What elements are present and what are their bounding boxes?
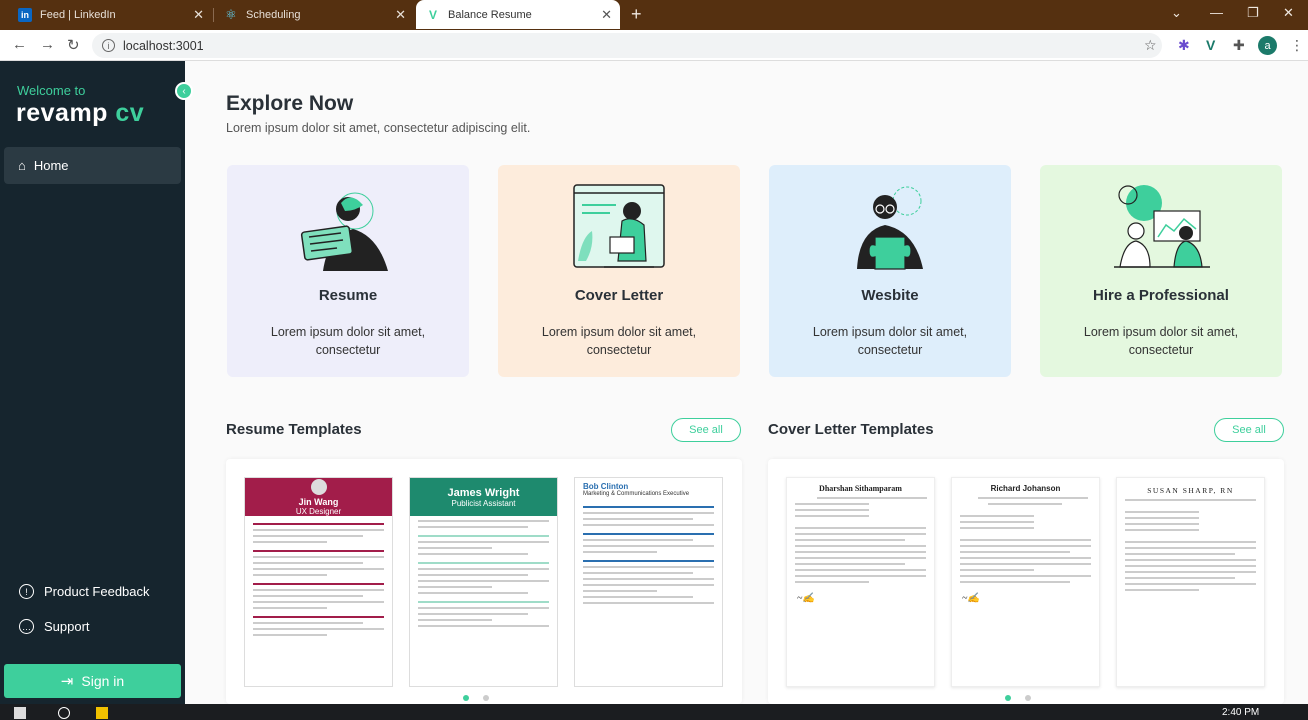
os-taskbar: 2:40 PM xyxy=(0,704,1308,720)
extension-icon[interactable]: ✱ xyxy=(1178,37,1190,54)
browser-tab-strip: in Feed | LinkedIn ✕ ⚛ Scheduling ✕ V Ba… xyxy=(0,0,1308,30)
signature: ~✍ xyxy=(797,593,815,604)
revamp-v-icon: V xyxy=(428,7,437,22)
card-title: Resume xyxy=(318,287,378,304)
menu-icon[interactable]: ⋮ xyxy=(1290,37,1304,54)
card-resume[interactable]: Resume Lorem ipsum dolor sit amet, conse… xyxy=(227,165,469,377)
tab-balance-resume[interactable]: V Balance Resume ✕ xyxy=(416,0,620,29)
tab-label: Balance Resume xyxy=(448,8,532,21)
resume-see-all-button[interactable]: See all xyxy=(671,418,741,442)
reload-icon[interactable]: ↻ xyxy=(67,36,80,54)
cover-letter-template-card[interactable]: SUSAN SHARP, RN xyxy=(1116,477,1265,687)
tab-scheduling[interactable]: ⚛ Scheduling ✕ xyxy=(214,0,414,29)
resume-template-card[interactable]: Jin Wang UX Designer xyxy=(244,477,393,687)
website-illustration-icon xyxy=(857,186,923,270)
card-description: Lorem ipsum dolor sit amet, consectetur xyxy=(1083,325,1239,357)
sidebar: Welcome to revamp cv ⌂ Home ! Product Fe… xyxy=(0,61,185,704)
card-description: Lorem ipsum dolor sit amet, consectetur xyxy=(270,325,426,357)
linkedin-icon: in xyxy=(18,7,32,22)
revamp-extension-icon[interactable]: V xyxy=(1206,37,1215,53)
site-info-icon[interactable]: i xyxy=(102,39,115,52)
sign-in-button[interactable]: ⇥ Sign in xyxy=(4,664,181,698)
cover-letter-see-all-button[interactable]: See all xyxy=(1214,418,1284,442)
windows-start-icon[interactable] xyxy=(14,707,26,719)
carousel-dot[interactable] xyxy=(483,695,489,701)
carousel-dot[interactable] xyxy=(1005,695,1011,701)
puzzle-icon[interactable]: ✚ xyxy=(1233,37,1245,54)
minimize-icon[interactable]: — xyxy=(1210,5,1223,20)
card-hire-professional[interactable]: Hire a Professional Lorem ipsum dolor si… xyxy=(1040,165,1282,377)
tab-search-icon[interactable]: ⌄ xyxy=(1171,5,1182,21)
hire-professional-illustration-icon xyxy=(1114,185,1210,268)
collapse-sidebar-button[interactable]: ‹ xyxy=(175,82,193,100)
carousel-dots xyxy=(998,695,1038,701)
cover-letter-illustration-icon xyxy=(573,184,665,268)
tab-label: Feed | LinkedIn xyxy=(40,8,116,21)
bookmark-star-icon[interactable]: ☆ xyxy=(1144,37,1157,54)
card-cover-letter[interactable]: Cover Letter Lorem ipsum dolor sit amet,… xyxy=(498,165,740,377)
cover-letter-templates-carousel: Dharshan Sithamparam ~✍ Richard Johanson… xyxy=(768,459,1284,704)
page-subtitle: Lorem ipsum dolor sit amet, consectetur … xyxy=(226,121,531,135)
signature: ~✍ xyxy=(962,593,980,604)
resume-illustration-icon xyxy=(300,192,388,271)
sidebar-item-label: Product Feedback xyxy=(44,584,150,599)
sidebar-item-label: Home xyxy=(33,158,69,173)
carousel-dot[interactable] xyxy=(1025,695,1031,701)
page-title: Explore Now xyxy=(226,92,354,115)
cover-letter-template-card[interactable]: Dharshan Sithamparam ~✍ xyxy=(786,477,935,687)
card-title: Hire a Professional xyxy=(1093,287,1229,304)
url-input[interactable]: i localhost:3001 xyxy=(92,33,1162,58)
new-tab-icon[interactable]: + xyxy=(631,4,642,25)
taskbar-clock: 2:40 PM xyxy=(1222,707,1260,718)
search-icon[interactable] xyxy=(58,707,70,719)
tab-linkedin[interactable]: in Feed | LinkedIn ✕ xyxy=(8,0,212,29)
cover-letter-template-card[interactable]: Richard Johanson ~✍ xyxy=(951,477,1100,687)
close-tab-icon[interactable]: ✕ xyxy=(193,7,204,23)
carousel-dot[interactable] xyxy=(463,695,469,701)
info-icon: ! xyxy=(19,584,34,599)
avatar xyxy=(310,478,327,495)
card-description: Lorem ipsum dolor sit amet, consectetur xyxy=(541,325,697,357)
file-explorer-icon[interactable] xyxy=(96,707,108,719)
chevron-left-icon: ‹ xyxy=(182,85,186,97)
sign-in-icon: ⇥ xyxy=(60,673,74,690)
resume-template-card[interactable]: Bob Clinton Marketing & Communications E… xyxy=(574,477,723,687)
sidebar-item-product-feedback[interactable]: ! Product Feedback xyxy=(19,584,150,599)
url-text: localhost:3001 xyxy=(123,38,204,53)
forward-icon[interactable]: → xyxy=(40,36,55,53)
logo: revamp cv xyxy=(16,99,145,127)
close-window-icon[interactable]: ✕ xyxy=(1283,5,1294,21)
profile-avatar[interactable]: a xyxy=(1258,36,1277,55)
resume-templates-heading: Resume Templates xyxy=(226,421,362,438)
sidebar-item-label: Support xyxy=(44,619,90,634)
address-bar-row: ← → ↻ i localhost:3001 ☆ ✱ V ✚ ⋮ xyxy=(0,30,1308,61)
card-title: Cover Letter xyxy=(574,287,664,304)
resume-templates-carousel: Jin Wang UX Designer James Wright Public… xyxy=(226,459,742,704)
carousel-dots xyxy=(456,695,496,701)
home-icon: ⌂ xyxy=(18,158,26,173)
close-tab-icon[interactable]: ✕ xyxy=(601,7,612,23)
card-description: Lorem ipsum dolor sit amet, consectetur xyxy=(812,325,968,357)
back-icon[interactable]: ← xyxy=(12,36,27,53)
close-tab-icon[interactable]: ✕ xyxy=(395,7,406,23)
sidebar-item-support[interactable]: … Support xyxy=(19,619,90,634)
tab-label: Scheduling xyxy=(246,8,301,21)
react-icon: ⚛ xyxy=(225,6,237,22)
cover-letter-templates-heading: Cover Letter Templates xyxy=(768,421,934,438)
card-title: Wesbite xyxy=(861,287,919,304)
resume-template-card[interactable]: James Wright Publicist Assistant xyxy=(409,477,558,687)
chat-icon: … xyxy=(19,619,34,634)
sidebar-item-home[interactable]: ⌂ Home xyxy=(4,147,181,184)
card-website[interactable]: Wesbite Lorem ipsum dolor sit amet, cons… xyxy=(769,165,1011,377)
maximize-icon[interactable]: ❐ xyxy=(1247,5,1259,21)
welcome-text: Welcome to xyxy=(17,83,86,98)
main-content: Explore Now Lorem ipsum dolor sit amet, … xyxy=(185,61,1308,704)
